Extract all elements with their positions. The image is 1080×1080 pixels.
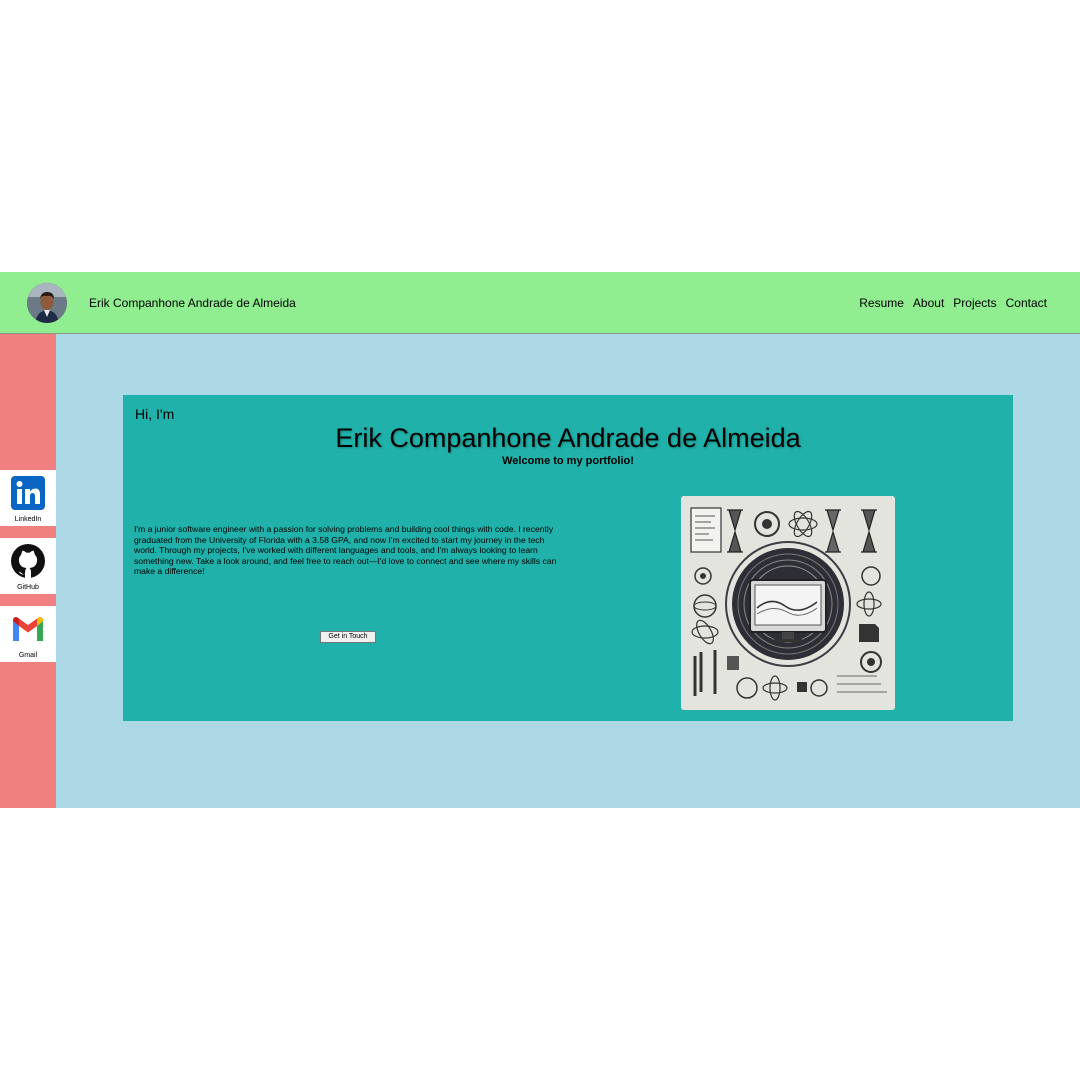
github-icon	[11, 544, 45, 578]
github-link[interactable]: GitHub	[0, 538, 56, 594]
nav-projects[interactable]: Projects	[953, 296, 996, 310]
nav-about[interactable]: About	[913, 296, 944, 310]
greeting: Hi, I'm	[135, 406, 175, 422]
avatar	[27, 283, 67, 323]
gmail-link[interactable]: Gmail	[0, 606, 56, 662]
bio-text: I'm a junior software engineer with a pa…	[134, 524, 557, 577]
social-label: LinkedIn	[14, 516, 42, 523]
hero-name: Erik Companhone Andrade de Almeida	[335, 423, 801, 453]
linkedin-link[interactable]: LinkedIn	[0, 470, 56, 526]
social-label: GitHub	[17, 584, 39, 591]
portfolio-site: Erik Companhone Andrade de Almeida Resum…	[0, 272, 1080, 808]
social-sidebar: LinkedIn GitHub Gmail	[0, 334, 56, 808]
main-content: Hi, I'm Erik Companhone Andrade de Almei…	[56, 334, 1080, 808]
linkedin-icon	[11, 476, 45, 510]
gmail-icon	[13, 617, 43, 641]
tagline: Welcome to my portfolio!	[502, 455, 634, 467]
hero-section: Hi, I'm Erik Companhone Andrade de Almei…	[123, 395, 1013, 721]
site-name[interactable]: Erik Companhone Andrade de Almeida	[89, 296, 296, 310]
top-navbar: Erik Companhone Andrade de Almeida Resum…	[0, 272, 1080, 334]
nav-contact[interactable]: Contact	[1006, 296, 1047, 310]
get-in-touch-button[interactable]: Get in Touch	[320, 631, 376, 643]
tech-illustration	[681, 496, 895, 710]
social-label: Gmail	[18, 652, 38, 659]
main-nav: Resume About Projects Contact	[859, 296, 1047, 310]
nav-resume[interactable]: Resume	[859, 296, 904, 310]
